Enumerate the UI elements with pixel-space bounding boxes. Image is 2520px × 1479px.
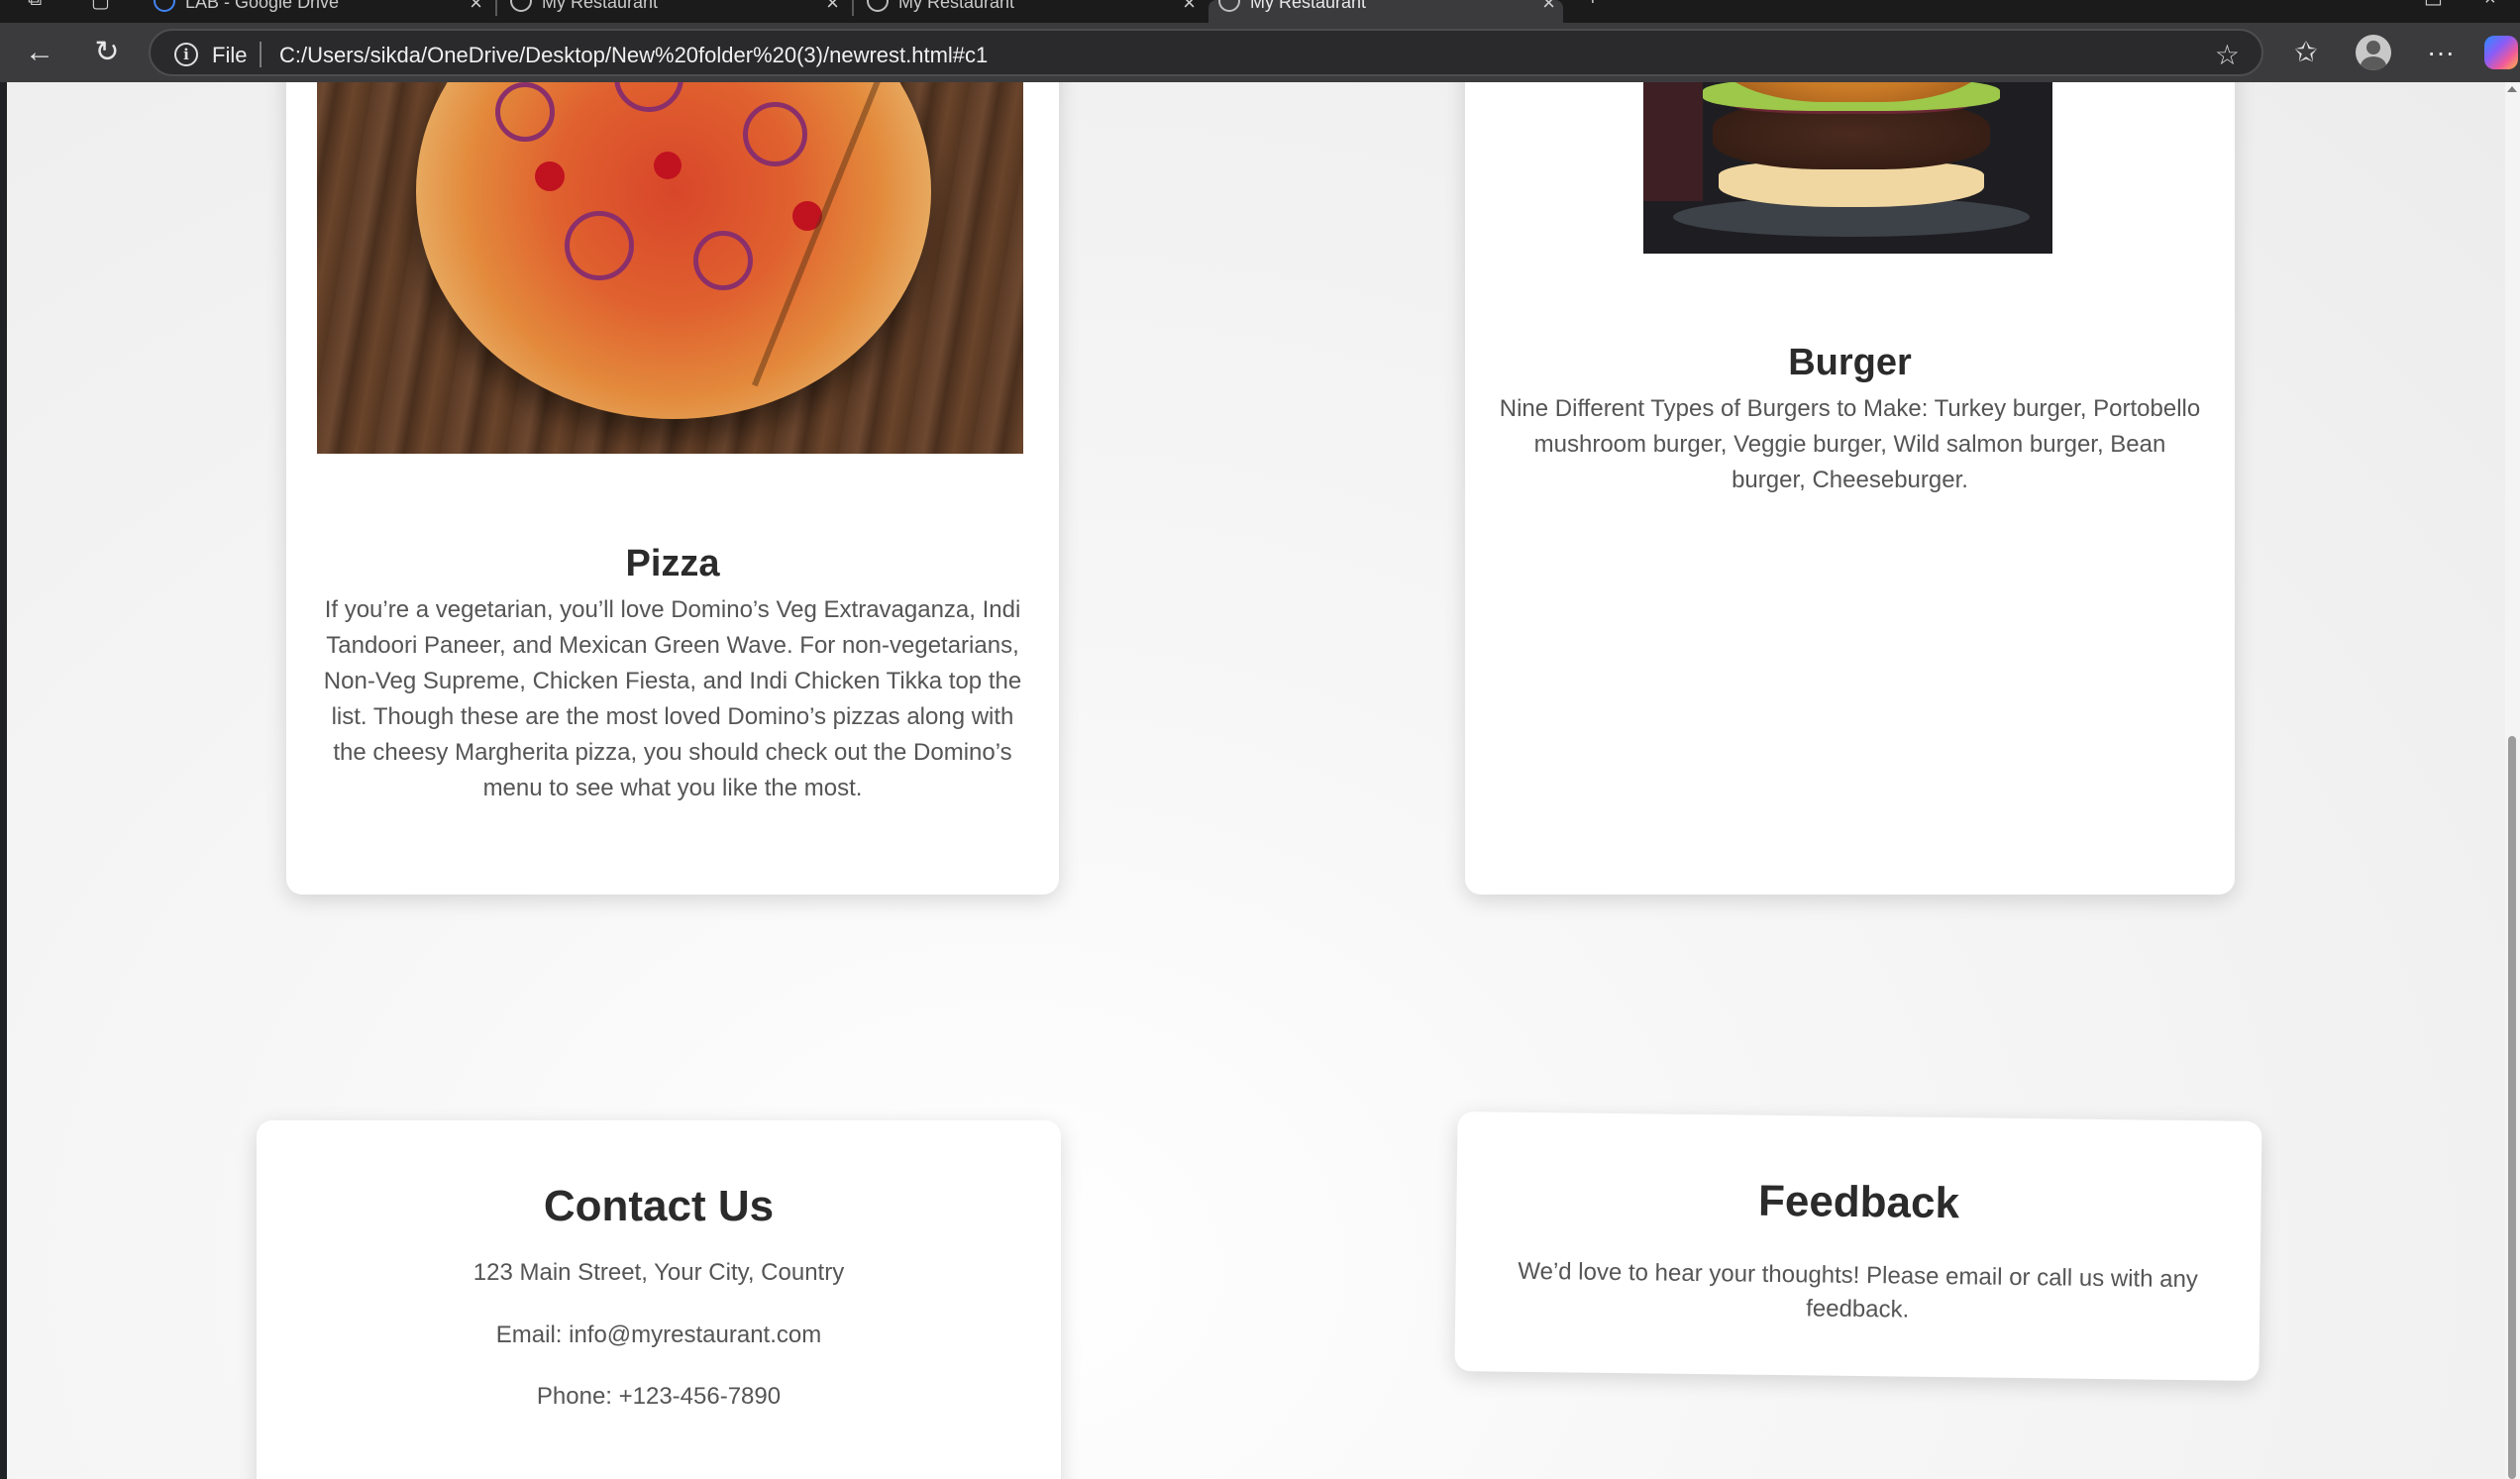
contact-title: Contact Us: [543, 1182, 775, 1230]
minimize-icon[interactable]: ▭: [2424, 0, 2446, 12]
star-icon[interactable]: ☆: [2215, 39, 2240, 71]
more-icon[interactable]: ···: [2421, 33, 2461, 72]
tab-divider: [495, 0, 497, 16]
globe-icon: [867, 0, 889, 12]
new-tab-button[interactable]: +: [1587, 0, 1609, 10]
globe-icon: [510, 0, 532, 12]
page-scrollbar[interactable]: [2505, 82, 2520, 1479]
tab-my-restaurant-1[interactable]: My Restaurant ×: [500, 0, 847, 23]
tab-divider: [852, 0, 854, 16]
feedback-text: We’d love to hear your thoughts! Please …: [1518, 1257, 2199, 1323]
info-icon[interactable]: i: [174, 43, 198, 66]
tab-title: LAB - Google Drive: [185, 0, 340, 12]
pizza-pie-shape: [416, 82, 931, 419]
tab-title: My Restaurant: [1250, 0, 1367, 12]
tab-google-drive[interactable]: LAB - Google Drive ×: [144, 0, 490, 23]
menu-item-title: Pizza: [625, 543, 720, 584]
address-divider: [260, 42, 262, 67]
tab-my-restaurant-2[interactable]: My Restaurant ×: [857, 0, 1204, 23]
contact-email[interactable]: Email: info@myrestaurant.com: [257, 1321, 1061, 1349]
close-icon[interactable]: ×: [1183, 0, 1196, 16]
address-bar[interactable]: i File C:/Users/sikda/OneDrive/Desktop/N…: [149, 29, 2263, 76]
copilot-icon[interactable]: [2484, 36, 2518, 69]
tomato: [535, 161, 565, 191]
tab-title: My Restaurant: [898, 0, 1015, 12]
menu-card-burger: Burger Nine Different Types of Burgers t…: [1465, 82, 2235, 895]
contact-phone[interactable]: Phone: +123-456-7890: [257, 1383, 1061, 1411]
tab-strip: ⧉ ▢ LAB - Google Drive × My Restaurant ×…: [0, 0, 2520, 23]
onion-ring: [614, 82, 683, 112]
menu-item-title: Burger: [1788, 342, 1912, 383]
address-scheme-label: File: [212, 43, 248, 67]
page-viewport: Pizza If you’re a vegetarian, you’ll lov…: [7, 82, 2505, 1479]
close-icon[interactable]: ×: [1542, 0, 1555, 16]
menu-card-pizza: Pizza If you’re a vegetarian, you’ll lov…: [286, 82, 1059, 895]
favorites-icon[interactable]: ✩: [2286, 33, 2326, 72]
reload-icon[interactable]: ↻: [87, 33, 127, 72]
onion-ring: [495, 82, 555, 142]
scroll-thumb[interactable]: [2508, 736, 2516, 1479]
burger-image: [1643, 82, 2052, 254]
wine-glass-shape: [1643, 82, 1703, 201]
onion-ring: [743, 102, 807, 166]
globe-icon: [1218, 0, 1240, 12]
feedback-card: Feedback We’d love to hear your thoughts…: [1454, 1111, 2262, 1381]
browser-toolbar: ← ↻ i File C:/Users/sikda/OneDrive/Deskt…: [0, 23, 2520, 82]
contact-address: 123 Main Street, Your City, Country: [472, 1259, 845, 1286]
back-arrow-icon[interactable]: ←: [20, 33, 59, 72]
tab-title: My Restaurant: [542, 0, 659, 12]
tab-my-restaurant-active[interactable]: My Restaurant ×: [1208, 0, 1563, 23]
onion-ring: [693, 231, 753, 290]
onion-ring: [565, 211, 634, 280]
address-url[interactable]: C:/Users/sikda/OneDrive/Desktop/New%20fo…: [279, 43, 988, 68]
drive-favicon-icon: [154, 0, 175, 12]
contact-card: Contact Us 123 Main Street, Your City, C…: [257, 1120, 1061, 1479]
scroll-up-arrow-icon[interactable]: [2507, 86, 2517, 92]
close-icon[interactable]: ×: [826, 0, 839, 16]
window-close-icon[interactable]: ×: [2484, 0, 2506, 10]
tomato: [654, 152, 682, 179]
profile-icon[interactable]: [2356, 35, 2391, 70]
close-icon[interactable]: ×: [470, 0, 482, 16]
tab-actions-icon[interactable]: ▢: [91, 0, 113, 12]
workspaces-icon[interactable]: ⧉: [28, 0, 50, 10]
feedback-title: Feedback: [1757, 1176, 1960, 1228]
pizza-image: [317, 82, 1023, 454]
menu-item-description: If you’re a vegetarian, you’ll love Domi…: [323, 596, 1022, 801]
menu-item-description: Nine Different Types of Burgers to Make:…: [1499, 395, 2201, 493]
